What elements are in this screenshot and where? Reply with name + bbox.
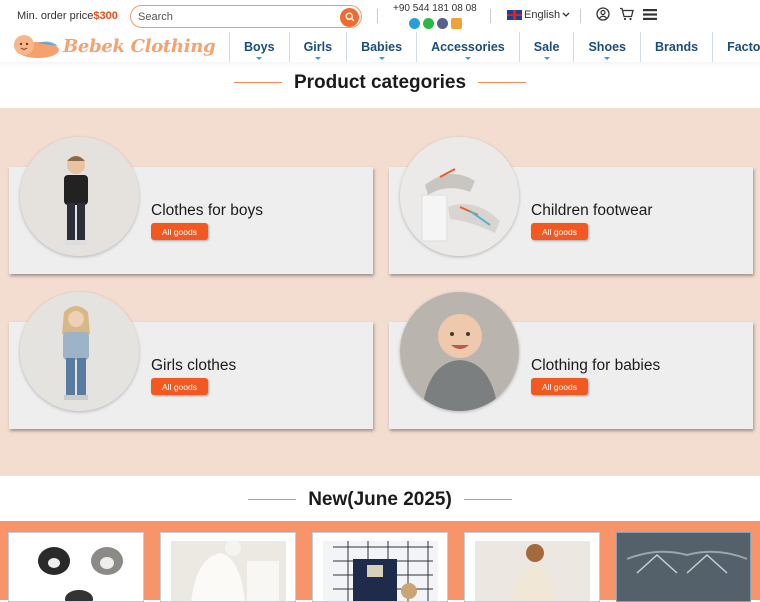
baby-photo <box>400 292 519 411</box>
cart-icon[interactable] <box>619 7 634 21</box>
nav-item-girls[interactable]: Girls <box>290 32 348 62</box>
language-selector[interactable]: English <box>507 9 570 21</box>
heading-line <box>248 499 297 501</box>
min-order-value: $300 <box>93 10 118 22</box>
nav-item-babies[interactable]: Babies <box>347 32 418 62</box>
category-menu: Boys Girls Babies Accessories Sale Shoes… <box>229 32 760 62</box>
search-icon <box>344 12 354 22</box>
search-bar <box>130 5 362 28</box>
heading-line <box>463 499 512 501</box>
nav-item-factories[interactable]: Factories <box>713 32 760 62</box>
product-image <box>465 533 599 601</box>
boy-photo <box>20 137 139 256</box>
nav-label: Girls <box>303 40 333 54</box>
product-card[interactable] <box>160 532 296 602</box>
nav-item-shoes[interactable]: Shoes <box>574 32 641 62</box>
heading-line <box>233 82 282 84</box>
caret-down-icon <box>256 57 263 60</box>
caret-down-icon <box>464 57 471 60</box>
category-name-boys[interactable]: Clothes for boys <box>151 202 263 220</box>
nav-item-sale[interactable]: Sale <box>520 32 575 62</box>
caret-down-icon <box>314 57 321 60</box>
viber-icon[interactable] <box>437 18 448 29</box>
category-image-babies[interactable] <box>400 292 519 411</box>
product-image <box>617 533 750 601</box>
all-goods-button-girls[interactable]: All goods <box>151 378 208 395</box>
nav-label: Accessories <box>431 40 505 54</box>
nav-label: Brands <box>654 40 699 54</box>
social-links <box>409 18 462 29</box>
nav-label: Babies <box>361 40 403 54</box>
language-label: English <box>524 9 561 21</box>
girl-photo <box>20 292 139 411</box>
header-actions <box>596 7 657 21</box>
top-bar: Min. order price$300 +90 544 181 08 08 E… <box>0 0 760 32</box>
product-card[interactable] <box>8 532 144 602</box>
email-icon[interactable] <box>451 18 462 29</box>
categories-heading: Product categories <box>0 72 760 94</box>
all-goods-button-boys[interactable]: All goods <box>151 223 208 240</box>
new-products-title: New(June 2025) <box>308 489 452 510</box>
phone-number[interactable]: +90 544 181 08 08 <box>393 3 477 14</box>
all-goods-button-footwear[interactable]: All goods <box>531 223 588 240</box>
shoes-photo <box>400 137 519 256</box>
nav-item-accessories[interactable]: Accessories <box>417 32 520 62</box>
min-order-info: Min. order price$300 <box>17 10 118 22</box>
min-order-label: Min. order price <box>17 10 94 22</box>
logo-text: Bebek Clothing <box>63 35 216 57</box>
menu-icon[interactable] <box>643 8 657 20</box>
nav-label: Boys <box>244 40 275 54</box>
divider <box>580 9 581 23</box>
heading-line <box>478 82 527 84</box>
nav-item-boys[interactable]: Boys <box>230 32 290 62</box>
telegram-icon[interactable] <box>409 18 420 29</box>
divider <box>377 9 378 23</box>
divider <box>490 9 491 23</box>
new-products-heading: New(June 2025) <box>0 489 760 511</box>
product-image <box>9 533 143 601</box>
caret-down-icon <box>543 57 550 60</box>
category-name-girls[interactable]: Girls clothes <box>151 357 236 375</box>
caret-down-icon <box>378 57 385 60</box>
caret-down-icon <box>604 57 611 60</box>
site-logo[interactable]: Bebek Clothing <box>8 32 216 60</box>
chevron-down-icon <box>562 12 570 17</box>
product-image <box>313 533 447 601</box>
nav-label: Factories <box>727 40 760 54</box>
uk-flag-icon <box>507 10 522 20</box>
search-button[interactable] <box>340 7 359 27</box>
nav-label: Shoes <box>588 40 626 54</box>
main-nav: Bebek Clothing Boys Girls Babies Accesso… <box>0 32 760 62</box>
baby-logo-icon <box>14 35 59 58</box>
category-name-footwear[interactable]: Children footwear <box>531 202 652 220</box>
product-card[interactable] <box>616 532 751 602</box>
product-card[interactable] <box>312 532 448 602</box>
product-card[interactable] <box>464 532 600 602</box>
category-image-girls[interactable] <box>20 292 139 411</box>
nav-label: Sale <box>533 40 560 54</box>
product-image <box>161 533 295 601</box>
category-image-boys[interactable] <box>20 137 139 256</box>
category-name-babies[interactable]: Clothing for babies <box>531 357 660 375</box>
category-image-footwear[interactable] <box>400 137 519 256</box>
all-goods-button-babies[interactable]: All goods <box>531 378 588 395</box>
nav-item-brands[interactable]: Brands <box>641 32 714 62</box>
search-input[interactable] <box>138 9 333 24</box>
whatsapp-icon[interactable] <box>423 18 434 29</box>
user-icon[interactable] <box>596 7 610 21</box>
categories-title: Product categories <box>293 72 467 93</box>
